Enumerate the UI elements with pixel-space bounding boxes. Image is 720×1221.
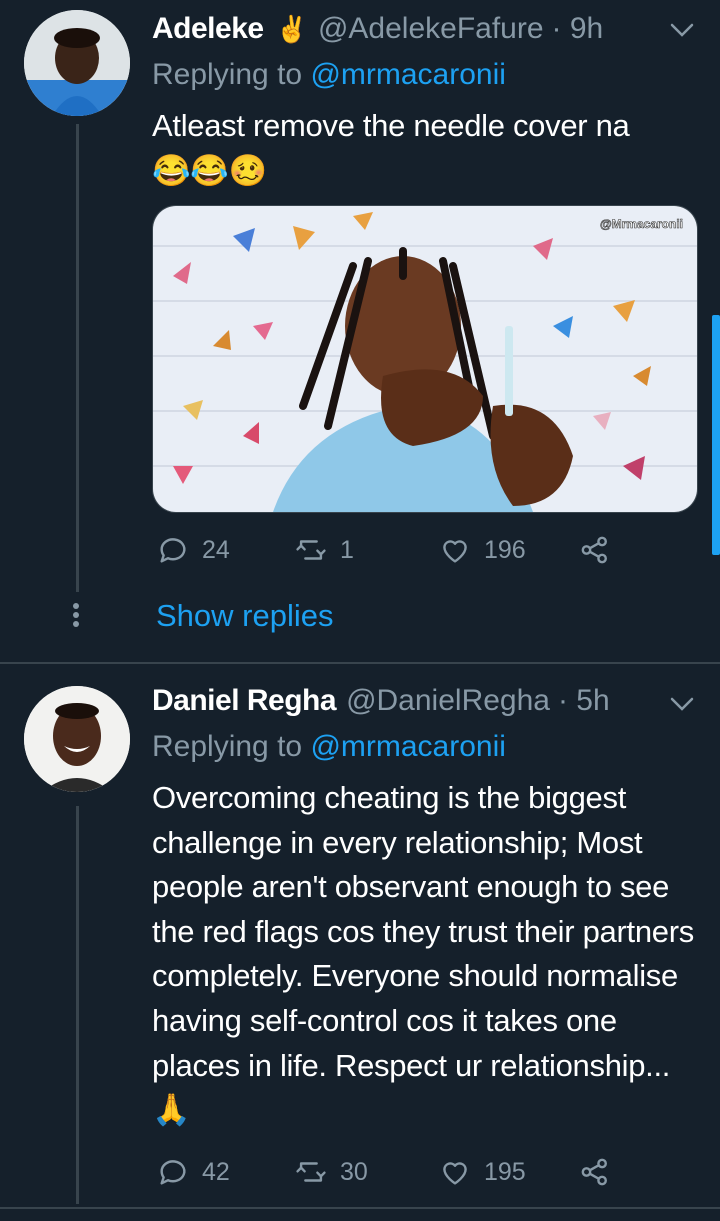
replying-mention[interactable]: @mrmacaronii (310, 58, 505, 91)
share-icon (581, 1158, 607, 1186)
tweet-actions: 24 1 196 (152, 533, 632, 573)
tweet-actions: 42 30 195 (152, 1155, 632, 1195)
avatar[interactable] (24, 10, 130, 116)
victory-hand-emoji: ✌️ (275, 13, 308, 44)
like-button[interactable]: 195 (438, 1155, 526, 1189)
replying-mention[interactable]: @mrmacaronii (310, 730, 505, 763)
timestamp[interactable]: · 9h (552, 12, 604, 46)
chevron-down-icon[interactable] (668, 20, 696, 40)
media-watermark: @Mrmacaronii (600, 217, 683, 231)
like-count: 195 (484, 1157, 526, 1186)
replying-to: Replying to @mrmacaronii (152, 58, 506, 92)
replying-prefix: Replying to (152, 730, 303, 763)
thread-dots (73, 600, 79, 630)
retweet-icon (296, 1162, 326, 1182)
tweet-media-image[interactable]: @Mrmacaronii (152, 205, 698, 513)
retweet-button[interactable]: 30 (294, 1155, 368, 1189)
tweet-header: Adeleke ✌️ @AdelekeFafure · 9h (152, 12, 603, 46)
reply-icon (160, 538, 186, 563)
reply-button[interactable]: 24 (156, 533, 230, 567)
display-name[interactable]: Daniel Regha (152, 684, 337, 718)
thread-line (76, 806, 79, 1204)
replying-prefix: Replying to (152, 58, 303, 91)
show-replies-link[interactable]: Show replies (156, 598, 333, 634)
thread-line (76, 124, 79, 592)
scrollbar[interactable] (712, 315, 720, 555)
display-name[interactable]: Adeleke (152, 12, 264, 46)
share-button[interactable] (578, 533, 612, 567)
tweet-text-line: Atleast remove the needle cover na (152, 108, 630, 143)
reply-icon (160, 1160, 186, 1185)
like-icon (443, 540, 467, 563)
retweet-button[interactable]: 1 (294, 533, 354, 567)
tweet-adeleke[interactable]: Adeleke ✌️ @AdelekeFafure · 9h Replying … (0, 0, 720, 662)
share-button[interactable] (578, 1155, 612, 1189)
timestamp[interactable]: · 5h (558, 684, 610, 718)
retweet-icon (296, 540, 326, 560)
avatar[interactable] (24, 686, 130, 792)
tweet-daniel-regha[interactable]: Daniel Regha @DanielRegha · 5h Replying … (0, 664, 720, 1207)
tweet-emojis: 😂😂🥴 (152, 152, 267, 188)
like-count: 196 (484, 535, 526, 564)
share-icon (581, 536, 607, 564)
tweet-text: Overcoming cheating is the biggest chall… (152, 780, 694, 1128)
divider (0, 1207, 720, 1209)
user-handle[interactable]: @AdelekeFafure (318, 12, 544, 46)
like-button[interactable]: 196 (438, 533, 526, 567)
user-handle[interactable]: @DanielRegha (346, 684, 550, 718)
tweet-text: Atleast remove the needle cover na 😂😂🥴 (152, 104, 697, 193)
tweet-header: Daniel Regha @DanielRegha · 5h (152, 684, 610, 718)
reply-count: 42 (202, 1157, 230, 1186)
reply-button[interactable]: 42 (156, 1155, 230, 1189)
reply-count: 24 (202, 535, 230, 564)
chevron-down-icon[interactable] (668, 694, 696, 714)
retweet-count: 30 (340, 1157, 368, 1186)
retweet-count: 1 (340, 535, 354, 564)
replying-to: Replying to @mrmacaronii (152, 730, 506, 764)
like-icon (443, 1162, 467, 1185)
